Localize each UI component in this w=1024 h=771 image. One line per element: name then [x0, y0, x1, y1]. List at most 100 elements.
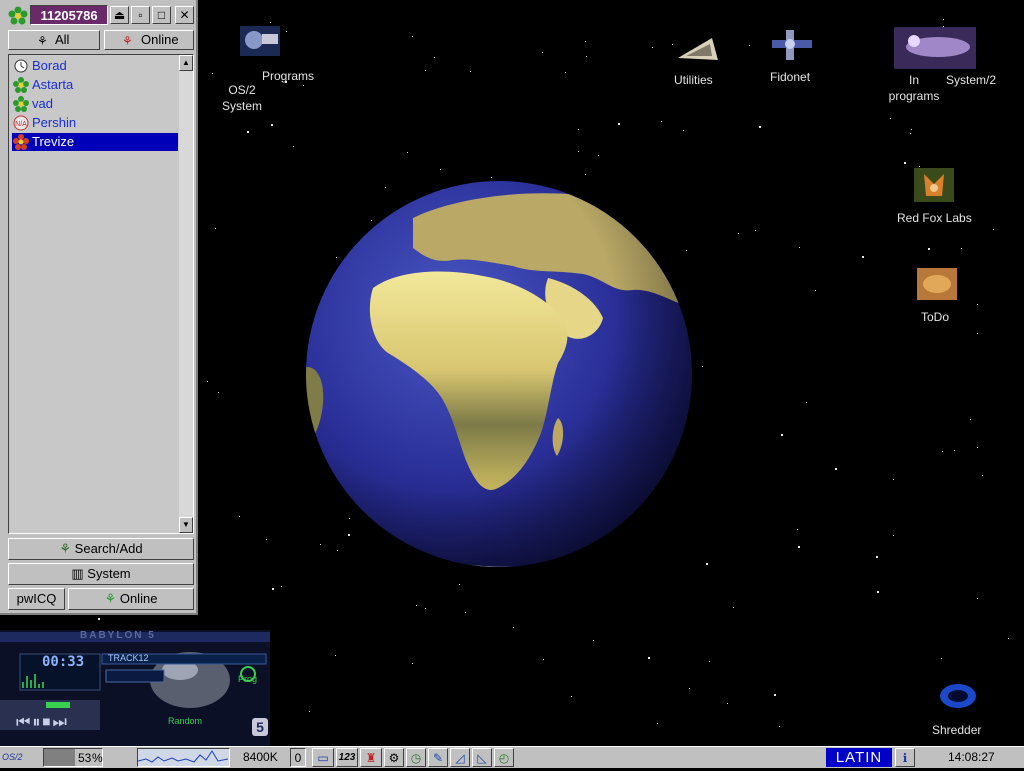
num-badge[interactable]: 123 [336, 748, 358, 767]
star [648, 657, 650, 659]
star [1008, 638, 1009, 639]
red-fox-labs-icon[interactable] [914, 168, 954, 206]
star [293, 146, 294, 147]
contact-scrollbar[interactable]: ▲ ▼ [179, 55, 193, 533]
search-add-button[interactable]: ⚘ Search/Add [8, 538, 194, 560]
star [835, 468, 837, 470]
cpu-meter-fill [44, 749, 75, 766]
roll-up-button[interactable]: ⏏ [110, 6, 129, 24]
star [335, 655, 336, 656]
random-label[interactable]: Random [168, 716, 202, 726]
contact-trevize[interactable]: Trevize [12, 133, 178, 151]
star [440, 169, 441, 170]
star [733, 607, 734, 608]
next-icon[interactable]: ⏭ [52, 714, 68, 731]
star [212, 73, 213, 74]
tab-all[interactable]: ⚘ All [8, 30, 100, 50]
status-button[interactable]: ⚘ Online [68, 588, 194, 610]
star [904, 162, 906, 164]
icq-window: 11205786 ⏏ ▫ □ ✕ ⚘ All ⚘ Online Borad As… [0, 0, 198, 615]
away-icon [13, 58, 29, 74]
pause-icon[interactable]: ⏸ [32, 714, 42, 731]
search-add-label: Search/Add [74, 541, 143, 556]
edit-icon[interactable]: ✎ [428, 748, 448, 767]
system-label: System [87, 566, 131, 581]
clock-app-icon[interactable]: ◷ [406, 748, 426, 767]
scroll-up-arrow-icon[interactable]: ▲ [179, 55, 193, 71]
timer-icon[interactable]: ◴ [494, 748, 514, 767]
star [779, 726, 780, 727]
tasklist-icon[interactable]: ▭ [312, 748, 334, 767]
online-tab-icon: ⚘ [122, 34, 133, 48]
star [993, 229, 994, 230]
star [412, 36, 413, 37]
star [266, 539, 267, 540]
star [416, 605, 417, 606]
star [578, 129, 579, 130]
chart-icon[interactable]: ◿ [450, 748, 470, 767]
os2-system-label[interactable]: OS/2 System [218, 82, 266, 114]
tab-online[interactable]: ⚘ Online [104, 30, 194, 50]
star [271, 124, 273, 126]
shredder-icon[interactable] [936, 680, 980, 716]
contact-astarta[interactable]: Astarta [12, 76, 178, 94]
star [247, 131, 249, 133]
star [586, 56, 587, 57]
todo-icon[interactable] [917, 268, 957, 304]
star [286, 31, 287, 32]
star [977, 598, 978, 599]
user-icon[interactable]: ♜ [360, 748, 382, 767]
icq-uin: 11205786 [30, 5, 108, 25]
prog-label[interactable]: Prog [238, 674, 257, 684]
os2-logo[interactable]: OS/2 [2, 748, 40, 767]
graph-icon[interactable]: ◺ [472, 748, 492, 767]
star [578, 151, 579, 152]
cpu-meter: 53 % [43, 748, 103, 767]
babylon5-logo: 5 [252, 718, 268, 736]
keyboard-layout-indicator[interactable]: LATIN [826, 748, 892, 767]
star [798, 546, 800, 548]
icq-flower-icon[interactable] [8, 6, 28, 31]
programs-label: Programs [262, 69, 315, 83]
star [281, 586, 282, 587]
scroll-down-arrow-icon[interactable]: ▼ [179, 517, 193, 533]
tool-icon-1[interactable]: ⚙ [384, 748, 404, 767]
contact-borad[interactable]: Borad [12, 57, 178, 75]
star [272, 588, 274, 590]
stop-icon[interactable]: ⏹ [42, 714, 52, 731]
na-icon: N/A [13, 115, 29, 131]
utilities-icon[interactable] [672, 32, 724, 72]
minimize-button[interactable]: ▫ [131, 6, 150, 24]
star [806, 402, 807, 403]
star [738, 233, 739, 234]
star [565, 72, 566, 73]
system2-label[interactable]: System/2 [946, 72, 996, 88]
pwicq-button[interactable]: pwICQ [8, 588, 65, 610]
star [893, 535, 894, 536]
star [303, 85, 304, 86]
system-button[interactable]: ▥ System [8, 563, 194, 585]
counter-value: 0 [290, 748, 306, 767]
previous-icon[interactable]: ⏮ [16, 714, 32, 731]
star [910, 133, 911, 134]
star [977, 447, 978, 448]
maximize-button[interactable]: □ [152, 6, 171, 24]
programs-icon[interactable] [236, 22, 284, 64]
star [941, 658, 942, 659]
close-button[interactable]: ✕ [175, 6, 194, 24]
contact-name: Astarta [32, 77, 74, 92]
star [961, 248, 962, 249]
star [755, 230, 756, 231]
fidonet-icon[interactable] [768, 28, 816, 68]
star [911, 129, 912, 130]
in-programs-icon[interactable] [894, 27, 976, 73]
contact-pershin[interactable]: N/A Pershin [12, 114, 178, 132]
shredder-label: Shredder [932, 723, 982, 737]
info-icon[interactable]: ℹ [895, 748, 915, 767]
contact-name: vad [32, 96, 53, 111]
star [98, 618, 100, 620]
star [425, 608, 426, 609]
contact-vad[interactable]: vad [12, 95, 178, 113]
star [309, 711, 310, 712]
player-controls: ⏮⏸⏹⏭ [16, 714, 69, 732]
